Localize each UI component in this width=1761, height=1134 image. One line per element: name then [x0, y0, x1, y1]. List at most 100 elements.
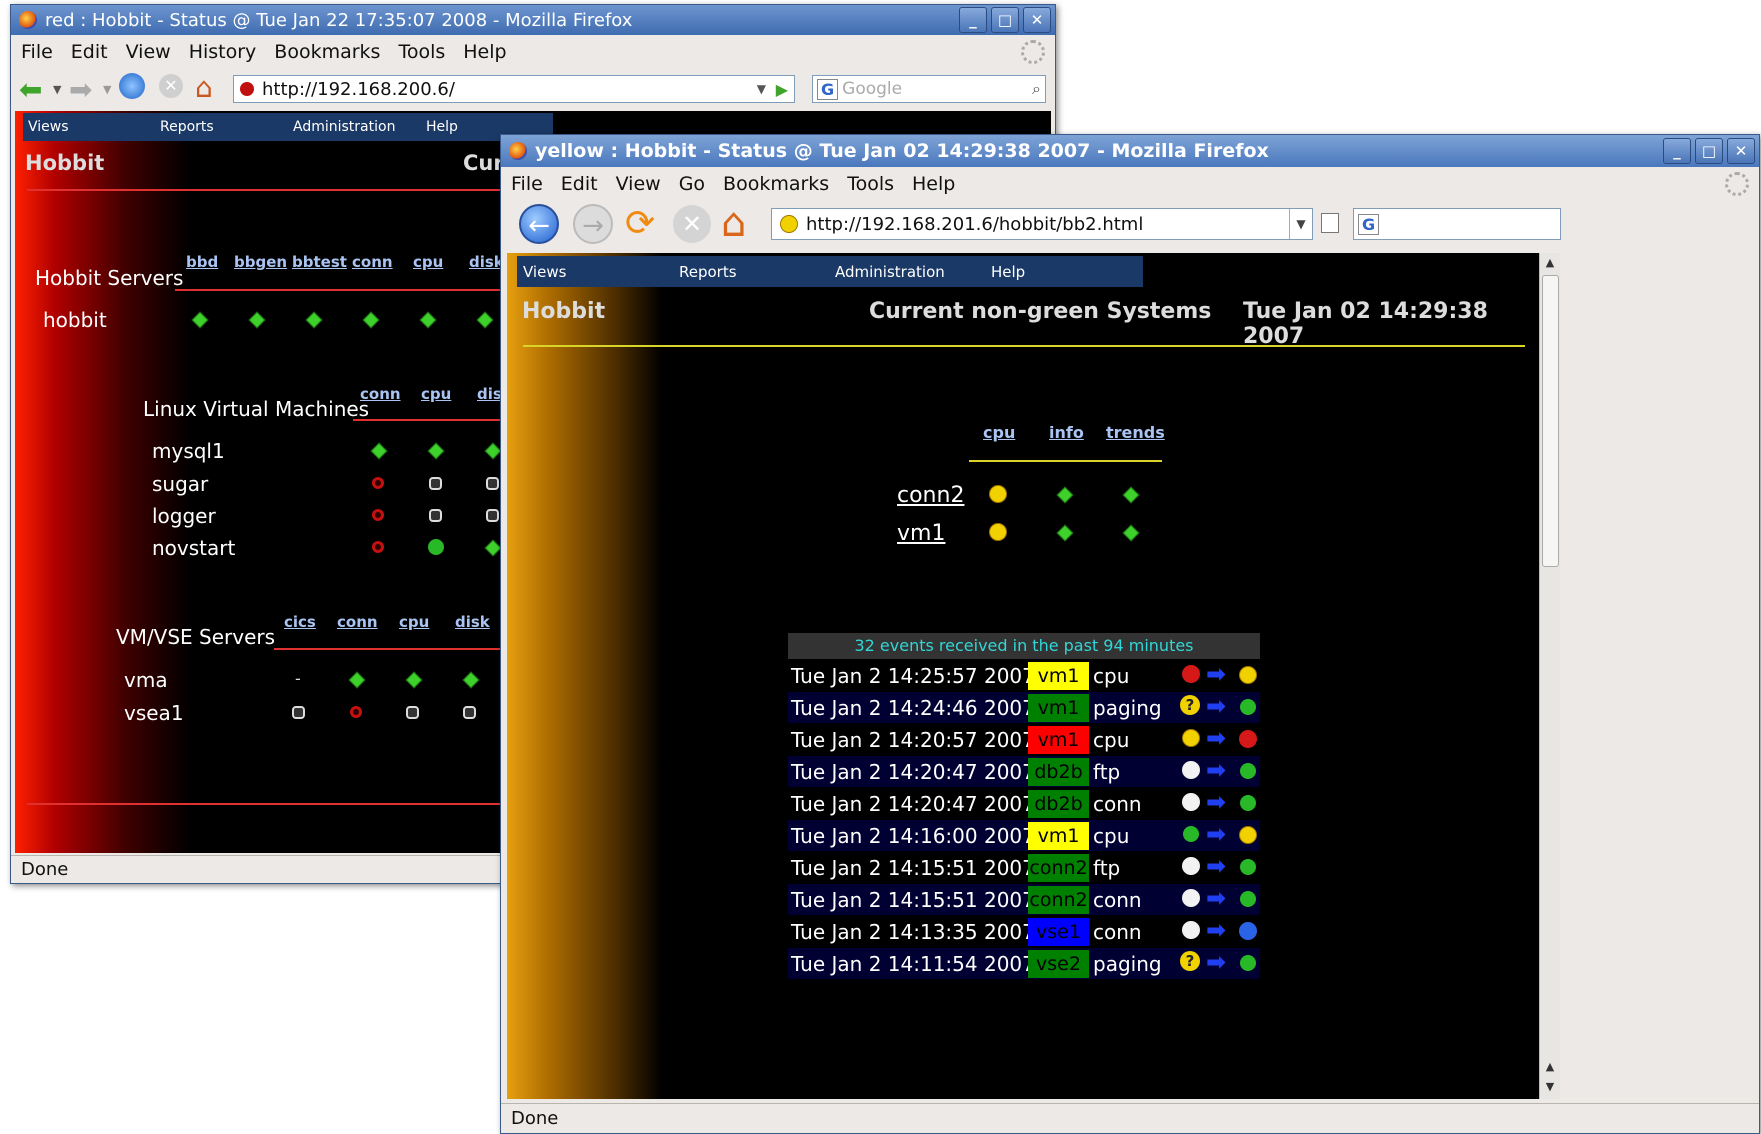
- back-menu-reports[interactable]: Reports: [160, 119, 214, 135]
- event-row[interactable]: Tue Jan 2 14:20:57 2007 vm1 cpu ➡: [788, 724, 1260, 755]
- status-green-icon[interactable]: [427, 442, 445, 460]
- menu-help[interactable]: Help: [912, 173, 955, 195]
- search-icon[interactable]: ⌕: [1032, 79, 1041, 99]
- scroll-up-icon[interactable]: ▲: [1540, 253, 1560, 273]
- event-row[interactable]: Tue Jan 2 14:25:57 2007 vm1 cpu ➡: [788, 660, 1260, 691]
- status-red-icon[interactable]: [372, 541, 384, 553]
- google-icon[interactable]: G: [1358, 213, 1380, 235]
- status-green-icon[interactable]: [305, 311, 323, 329]
- event-test[interactable]: ftp: [1089, 856, 1183, 880]
- menu-bookmarks[interactable]: Bookmarks: [274, 41, 380, 63]
- status-green-icon[interactable]: [484, 442, 502, 460]
- column-header[interactable]: conn: [352, 253, 393, 271]
- column-header[interactable]: disk: [455, 613, 490, 631]
- status-green-icon[interactable]: [1122, 524, 1140, 542]
- status-clear-icon[interactable]: [486, 509, 499, 522]
- column-header[interactable]: cics: [284, 613, 316, 631]
- host-name[interactable]: sugar: [152, 472, 208, 496]
- back-menu-views[interactable]: Views: [28, 119, 69, 135]
- status-green-icon[interactable]: [462, 671, 480, 689]
- status-yellow-icon[interactable]: [989, 485, 1007, 503]
- event-test[interactable]: cpu: [1089, 728, 1183, 752]
- status-green-icon[interactable]: [405, 671, 423, 689]
- back-arrow-icon[interactable]: ←: [519, 204, 559, 244]
- status-clear-icon[interactable]: [429, 509, 442, 522]
- column-header[interactable]: cpu: [399, 613, 429, 631]
- event-host[interactable]: db2b: [1028, 757, 1089, 786]
- event-row[interactable]: Tue Jan 2 14:24:46 2007 vm1 paging ? ➡: [788, 692, 1260, 723]
- url-dropdown-icon[interactable]: ▼: [1289, 209, 1312, 239]
- status-red-icon[interactable]: [372, 509, 384, 521]
- event-test[interactable]: conn: [1089, 920, 1183, 944]
- status-clear-icon[interactable]: [429, 477, 442, 490]
- column-header[interactable]: conn: [337, 613, 378, 631]
- event-test[interactable]: paging: [1089, 952, 1183, 976]
- bookmark-page-icon[interactable]: [1321, 213, 1339, 233]
- url-dropdown-icon[interactable]: ▼: [757, 82, 766, 96]
- back-menu-help[interactable]: Help: [426, 119, 458, 135]
- status-green-icon[interactable]: [484, 539, 502, 557]
- front-menu-views[interactable]: Views: [523, 263, 566, 281]
- column-header[interactable]: cpu: [421, 385, 451, 403]
- status-green-icon[interactable]: [362, 311, 380, 329]
- scroll-thumb[interactable]: [1542, 275, 1559, 567]
- status-green-icon[interactable]: [1122, 486, 1140, 504]
- event-row[interactable]: Tue Jan 2 14:20:47 2007 db2b conn ➡: [788, 788, 1260, 819]
- event-row[interactable]: Tue Jan 2 14:16:00 2007 vm1 cpu ➡: [788, 820, 1260, 851]
- event-host[interactable]: vse1: [1028, 917, 1089, 946]
- status-red-icon[interactable]: [350, 706, 362, 718]
- scroll-down-icon[interactable]: ▲: [1540, 1057, 1560, 1077]
- google-icon[interactable]: G: [817, 78, 839, 100]
- event-host[interactable]: db2b: [1028, 789, 1089, 818]
- home-icon[interactable]: ⌂: [195, 71, 213, 104]
- front-menu-administration[interactable]: Administration: [835, 263, 945, 281]
- menu-edit[interactable]: Edit: [71, 41, 108, 63]
- back-search-field[interactable]: G Google ⌕: [812, 75, 1046, 103]
- host-link[interactable]: conn2: [897, 483, 964, 508]
- event-row[interactable]: Tue Jan 2 14:15:51 2007 conn2 conn ➡: [788, 884, 1260, 915]
- front-menu-reports[interactable]: Reports: [679, 263, 737, 281]
- menu-go[interactable]: Go: [679, 173, 705, 195]
- event-test[interactable]: ftp: [1089, 760, 1183, 784]
- reload-icon[interactable]: ⟳: [625, 205, 655, 243]
- front-menu-help[interactable]: Help: [991, 263, 1025, 281]
- host-name[interactable]: vsea1: [124, 701, 184, 725]
- menu-tools[interactable]: Tools: [398, 41, 445, 63]
- menu-file[interactable]: File: [511, 173, 543, 195]
- menu-bookmarks[interactable]: Bookmarks: [723, 173, 829, 195]
- scroll-down-icon[interactable]: ▼: [1540, 1077, 1560, 1097]
- host-name[interactable]: mysql1: [152, 439, 225, 463]
- stop-icon[interactable]: ✕: [673, 205, 711, 243]
- event-test[interactable]: cpu: [1089, 664, 1183, 688]
- status-green-icon[interactable]: [191, 311, 209, 329]
- status-clear-icon[interactable]: [292, 706, 305, 719]
- menu-file[interactable]: File: [21, 41, 53, 63]
- maximize-icon[interactable]: □: [991, 7, 1019, 33]
- front-url-bar[interactable]: http://192.168.201.6/hobbit/bb2.html ▼: [771, 208, 1313, 240]
- status-green-icon[interactable]: [419, 311, 437, 329]
- back-url-bar[interactable]: http://192.168.200.6/ ▼ ▶: [233, 75, 795, 103]
- status-red-icon[interactable]: [372, 477, 384, 489]
- event-test[interactable]: conn: [1089, 888, 1183, 912]
- host-name[interactable]: logger: [152, 504, 216, 528]
- event-host[interactable]: conn2: [1028, 885, 1089, 914]
- event-row[interactable]: Tue Jan 2 14:15:51 2007 conn2 ftp ➡: [788, 852, 1260, 883]
- back-menu-administration[interactable]: Administration: [293, 119, 395, 135]
- event-host[interactable]: vse2: [1028, 949, 1089, 978]
- event-test[interactable]: conn: [1089, 792, 1183, 816]
- menu-tools[interactable]: Tools: [847, 173, 894, 195]
- event-host[interactable]: vm1: [1028, 693, 1089, 722]
- reload-icon[interactable]: [119, 73, 145, 99]
- back-title-bar[interactable]: red : Hobbit - Status @ Tue Jan 22 17:35…: [11, 5, 1055, 35]
- close-icon[interactable]: ✕: [1023, 7, 1051, 33]
- status-green-icon[interactable]: [370, 442, 388, 460]
- close-icon[interactable]: ✕: [1727, 138, 1755, 164]
- event-test[interactable]: cpu: [1089, 824, 1183, 848]
- forward-history-dropdown-icon[interactable]: ▼: [103, 83, 111, 96]
- status-green-icon[interactable]: [1056, 486, 1074, 504]
- menu-view[interactable]: View: [616, 173, 661, 195]
- column-header-trends[interactable]: trends: [1106, 423, 1165, 442]
- maximize-icon[interactable]: □: [1695, 138, 1723, 164]
- event-host[interactable]: vm1: [1028, 725, 1089, 754]
- event-host[interactable]: vm1: [1028, 661, 1089, 690]
